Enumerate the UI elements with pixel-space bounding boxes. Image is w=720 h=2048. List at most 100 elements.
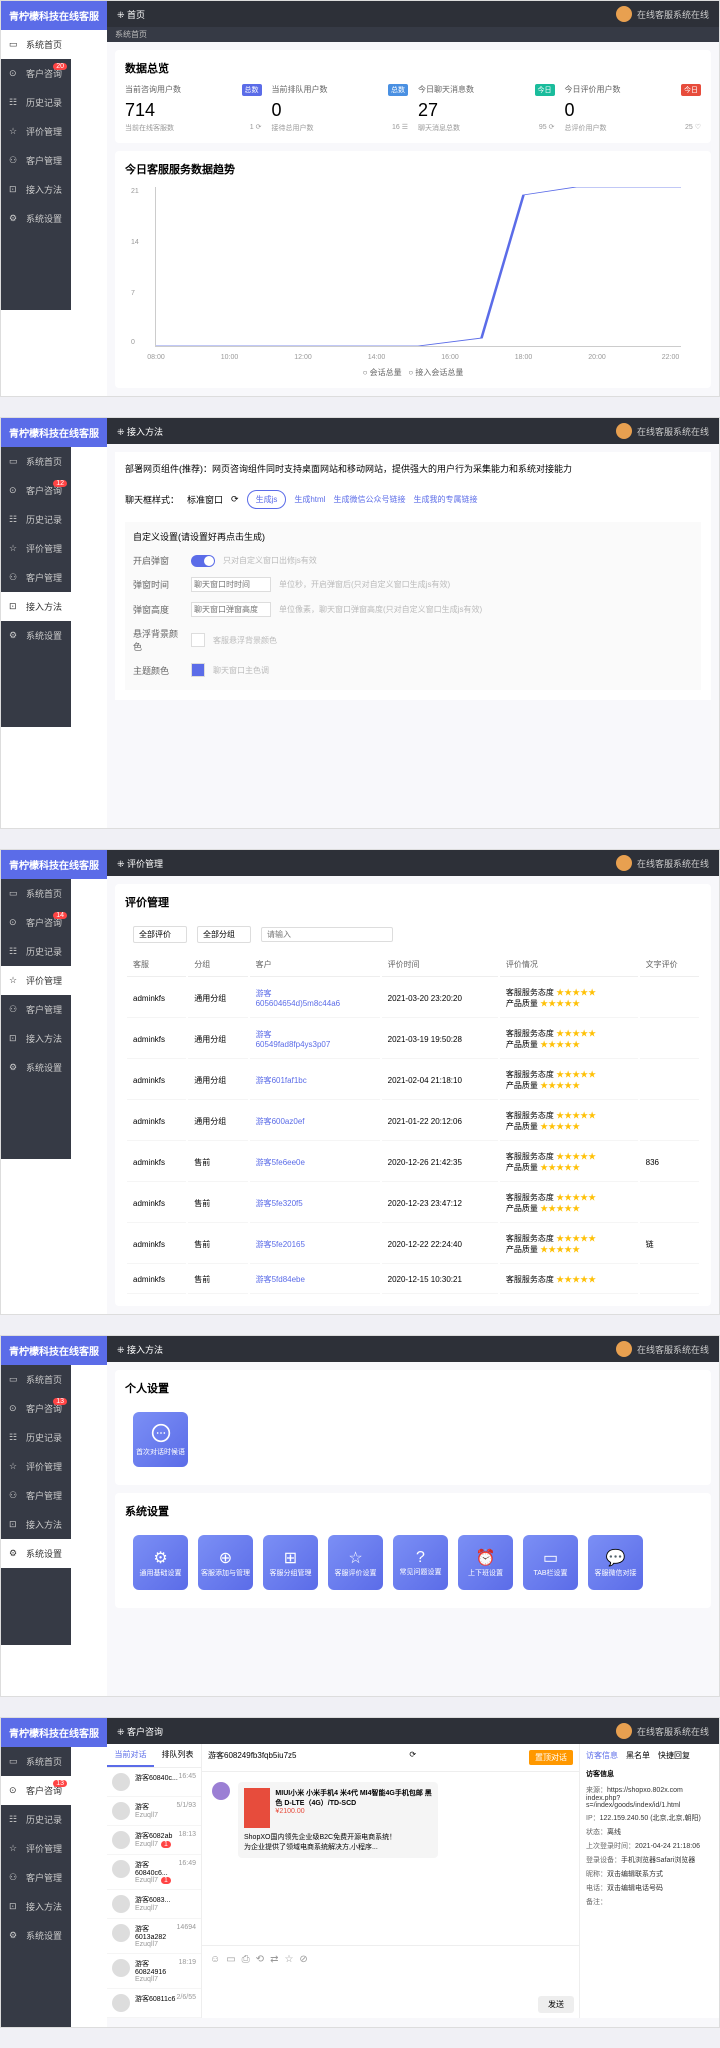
sidebar-item-review[interactable]: ☆评价管理 (1, 534, 71, 563)
table-row[interactable]: adminkfs售前游客5fd84ebe2020-12-15 10:30:21客… (127, 1266, 699, 1294)
greeting-card[interactable]: 首次对话时候语 (133, 1412, 188, 1467)
image-icon[interactable]: ▭ (226, 1954, 235, 1965)
tab-queue[interactable]: 排队列表 (154, 1744, 201, 1767)
tab-visitor[interactable]: 访客信息 (586, 1750, 618, 1761)
chat-user: 游客608249fb3fqb5iu7z5 (208, 1750, 297, 1765)
gen-link-button[interactable]: 生成我的专属链接 (413, 494, 477, 505)
setting-card[interactable]: ⏰上下班设置 (458, 1535, 513, 1590)
line-chart: 211470 08:0010:0012:0014:0016:0018:0020:… (155, 187, 681, 347)
avatar-icon[interactable] (616, 6, 632, 22)
product-image (244, 1788, 270, 1828)
pin-button[interactable]: 置顶对话 (529, 1750, 573, 1765)
chat-list-item[interactable]: 游客6082ab18:13Ezuqll71 (107, 1826, 201, 1855)
chat-list-item[interactable]: 游客60840c...16:45 (107, 1768, 201, 1797)
info-row: 来源：https://shopxo.802x.com index.php?s=/… (586, 1785, 713, 1809)
sidebar-item-customer[interactable]: ⚇客户管理 (1, 146, 71, 175)
float-color-picker[interactable] (191, 633, 205, 647)
popup-toggle[interactable] (191, 555, 215, 567)
setting-card[interactable]: ☆客服评价设置 (328, 1535, 383, 1590)
setting-card[interactable]: ⚙通用基础设置 (133, 1535, 188, 1590)
info-panel: 访客信息 黑名单 快捷回复 访客信息 来源：https://shopxo.802… (579, 1744, 719, 2018)
screenshot-access: 青柠檬科技在线客服 ▭系统首页 ⊙客户咨询12 ☷历史记录 ☆评价管理 ⚇客户管… (0, 417, 720, 829)
refresh-icon[interactable]: ⟳ (409, 1750, 416, 1765)
stat-box: 今日聊天消息数今日27聊天消息总数95 ⟳ (418, 84, 555, 133)
user-avatar-icon (212, 1782, 230, 1800)
sidebar-item-home[interactable]: ▭系统首页 (1, 447, 71, 476)
gen-js-button[interactable]: 生成js (247, 490, 287, 509)
sidebar-item-settings[interactable]: ⚙系统设置 (1, 204, 71, 233)
info-row: 备注： (586, 1897, 713, 1907)
message-input[interactable] (207, 1968, 574, 1993)
sidebar-item-access[interactable]: ⊡接入方法 (1, 175, 71, 204)
end-icon[interactable]: ⊘ (299, 1954, 307, 1965)
sidebar-item-access[interactable]: ⊡接入方法 (1, 592, 71, 621)
star-icon[interactable]: ☆ (284, 1954, 293, 1965)
access-desc: 部署网页组件(推荐)：网页咨询组件同时支持桌面网站和移动网站，提供强大的用户行为… (125, 462, 701, 475)
header: ⁜ 首页在线客服系统在线 (107, 1, 719, 27)
chat-list: 当前对话排队列表 游客60840c...16:45游客5/1/93Ezuqll7… (107, 1744, 202, 2018)
chat-list-item[interactable]: 游客5/1/93Ezuqll7 (107, 1797, 201, 1826)
transfer-icon[interactable]: ⇄ (270, 1954, 278, 1965)
tab-quick[interactable]: 快捷回复 (658, 1750, 690, 1761)
tab-blacklist[interactable]: 黑名单 (626, 1750, 650, 1761)
theme-color-picker[interactable] (191, 663, 205, 677)
sidebar-item-consult[interactable]: ⊙客户咨询12 (1, 476, 71, 505)
filter-group-select[interactable]: 全部分组 (197, 926, 251, 943)
brand: 青柠檬科技在线客服 (1, 1, 107, 30)
sidebar-item-customer[interactable]: ⚇客户管理 (1, 563, 71, 592)
setting-card[interactable]: ⊕客服添加与管理 (198, 1535, 253, 1590)
chat-list-item[interactable]: 游客60840c6...16:49Ezuqll71 (107, 1855, 201, 1890)
setting-card[interactable]: ▭TAB栏设置 (523, 1535, 578, 1590)
screenshot-chat: 青柠檬科技在线客服 ▭系统首页 ⊙客户咨询13 ☷历史记录 ☆评价管理 ⚇客户管… (0, 1717, 720, 2028)
table-row[interactable]: adminkfs售前游客5fe201652020-12-22 22:24:40客… (127, 1225, 699, 1264)
history-icon[interactable]: ⟲ (256, 1954, 264, 1965)
sidebar-item-settings[interactable]: ⚙系统设置 (1, 621, 71, 650)
overview-title: 数据总览 (125, 60, 701, 76)
send-button[interactable]: 发送 (538, 1996, 574, 2013)
screenshot-settings: 青柠檬科技在线客服 ▭系统首页 ⊙客户咨询13 ☷历史记录 ☆评价管理 ⚇客户管… (0, 1335, 720, 1697)
sidebar: ▭系统首页 ⊙客户咨询20 ☷历史记录 ☆评价管理 ⚇客户管理 ⊡接入方法 ⚙系… (1, 30, 71, 310)
table-row[interactable]: adminkfs通用分组游客601faf1bc2021-02-04 21:18:… (127, 1061, 699, 1100)
popup-height-input[interactable] (191, 602, 271, 617)
setting-card[interactable]: 💬客服微信对接 (588, 1535, 643, 1590)
setting-card[interactable]: ?常见问题设置 (393, 1535, 448, 1590)
chat-list-item[interactable]: 游客6082491618:19Ezuqll7 (107, 1954, 201, 1989)
filter-all-select[interactable]: 全部评价 (133, 926, 187, 943)
review-table: 客服分组客户评价时间评价情况文字评价 adminkfs通用分组游客 605604… (125, 951, 701, 1296)
setting-card[interactable]: ⊞客服分组管理 (263, 1535, 318, 1590)
file-icon[interactable]: ⎙ (242, 1954, 250, 1965)
gen-wechat-button[interactable]: 生成微信公众号链接 (333, 494, 405, 505)
info-row: 上次登录时间：2021-04-24 21:18:06 (586, 1841, 713, 1851)
chat-list-item[interactable]: 游客6013a28214694Ezuqll7 (107, 1919, 201, 1954)
filter-search-input[interactable] (261, 927, 393, 942)
table-row[interactable]: adminkfs通用分组游客600az0ef2021-01-22 20:12:0… (127, 1102, 699, 1141)
info-row: 状态：离线 (586, 1827, 713, 1837)
screenshot-reviews: 青柠檬科技在线客服 ▭系统首页 ⊙客户咨询14 ☷历史记录 ☆评价管理 ⚇客户管… (0, 849, 720, 1315)
stat-box: 当前咨询用户数总数714当前在线客服数1 ⟳ (125, 84, 262, 133)
sidebar-item-history[interactable]: ☷历史记录 (1, 505, 71, 534)
refresh-icon[interactable]: ⟳ (231, 494, 239, 505)
screenshot-home: 青柠檬科技在线客服 ▭系统首页 ⊙客户咨询20 ☷历史记录 ☆评价管理 ⚇客户管… (0, 0, 720, 397)
chat-list-item[interactable]: 游客6083...Ezuqll7 (107, 1890, 201, 1919)
emoji-icon[interactable]: ☺ (210, 1954, 220, 1965)
stat-box: 当前排队用户数总数0接待总用户数16 ☰ (272, 84, 409, 133)
chart-title: 今日客服服务数据趋势 (125, 161, 701, 177)
chart-legend: ○ 会话总量 ○ 接入会话总量 (125, 367, 701, 378)
table-row[interactable]: adminkfs通用分组游客 60549fad8fp4ys3p072021-03… (127, 1020, 699, 1059)
table-row[interactable]: adminkfs售前游客5fe6ee0e2020-12-26 21:42:35客… (127, 1143, 699, 1182)
sidebar-item-history[interactable]: ☷历史记录 (1, 88, 71, 117)
stat-box: 今日评价用户数今日0总评价用户数25 ♡ (565, 84, 702, 133)
gen-html-button[interactable]: 生成html (294, 494, 325, 505)
info-row: 登录设备：手机浏览器Safari浏览器 (586, 1855, 713, 1865)
tab-bar: 系统首页 (107, 27, 719, 42)
info-row: IP：122.159.240.50 (北京,北京,朝阳) (586, 1813, 713, 1823)
table-row[interactable]: adminkfs通用分组游客 605604654d)5m8c44a62021-0… (127, 979, 699, 1018)
sidebar-item-home[interactable]: ▭系统首页 (1, 30, 71, 59)
chat-message: MIUI小米 小米手机4 米4代 MI4智能4G手机包邮 黑色 D-LTE（4G… (212, 1782, 569, 1858)
tab-current[interactable]: 当前对话 (107, 1744, 154, 1767)
table-row[interactable]: adminkfs售前游客5fe320f52020-12-23 23:47:12客… (127, 1184, 699, 1223)
sidebar-item-consult[interactable]: ⊙客户咨询20 (1, 59, 71, 88)
chat-list-item[interactable]: 游客60811c62/6/55 (107, 1989, 201, 2018)
popup-time-input[interactable] (191, 577, 271, 592)
sidebar-item-review[interactable]: ☆评价管理 (1, 117, 71, 146)
